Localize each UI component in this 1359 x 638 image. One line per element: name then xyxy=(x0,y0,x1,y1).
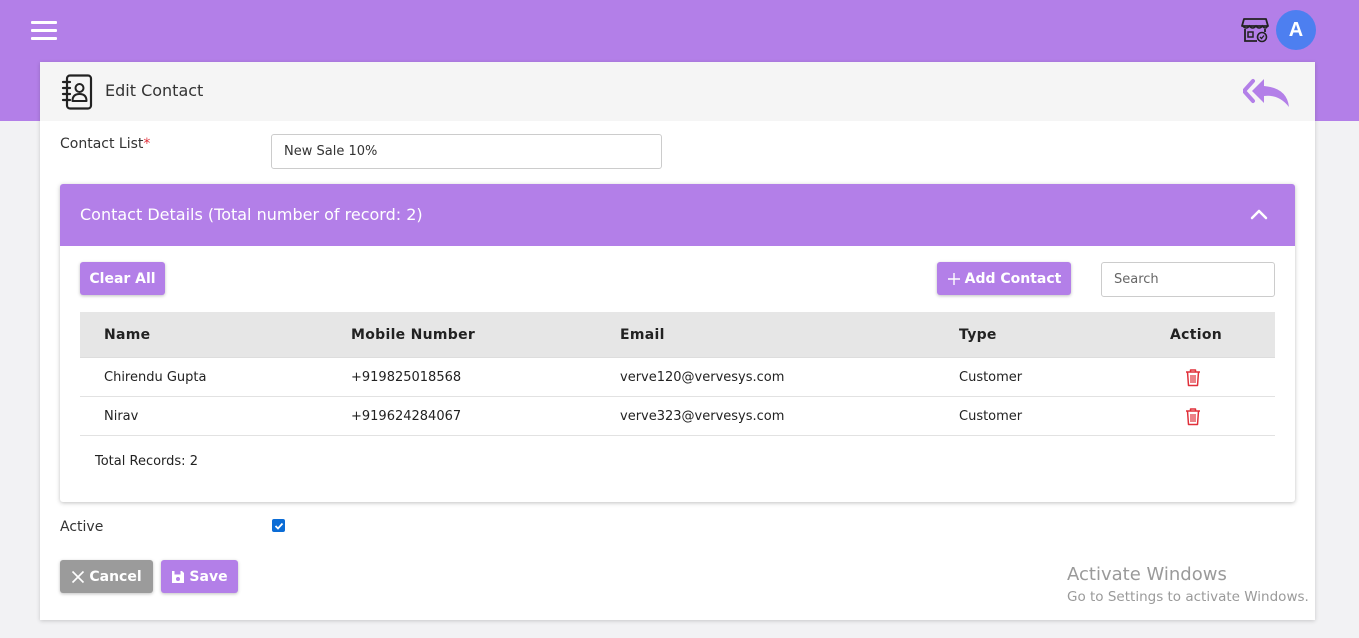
search-input[interactable] xyxy=(1101,262,1275,297)
activate-windows-title: Activate Windows xyxy=(1067,564,1227,585)
activate-windows-subtitle: Go to Settings to activate Windows. xyxy=(1067,589,1309,605)
row-email: verve323@vervesys.com xyxy=(620,409,785,424)
edit-contact-card: Edit Contact Contact List* Contact Detai… xyxy=(40,62,1315,620)
add-contact-button[interactable]: Add Contact xyxy=(937,262,1071,295)
trash-icon[interactable] xyxy=(1184,368,1202,387)
total-records: Total Records: 2 xyxy=(95,454,198,469)
plus-icon xyxy=(947,272,960,285)
clear-all-button[interactable]: Clear All xyxy=(80,262,165,295)
card-header: Edit Contact xyxy=(40,62,1315,121)
contact-details-panel: Contact Details (Total number of record:… xyxy=(60,184,1295,502)
contact-details-header[interactable]: Contact Details (Total number of record:… xyxy=(60,184,1295,246)
row-name: Chirendu Gupta xyxy=(104,370,207,385)
contact-list-input[interactable] xyxy=(271,134,662,169)
chevron-up-icon[interactable] xyxy=(1250,207,1268,221)
column-header-action: Action xyxy=(1170,327,1223,343)
row-type: Customer xyxy=(959,370,1023,385)
column-header-mobile: Mobile Number xyxy=(351,327,476,343)
double-reply-back-icon[interactable] xyxy=(1243,78,1291,108)
row-email: verve120@vervesys.com xyxy=(620,370,785,385)
active-label: Active xyxy=(60,519,104,535)
active-checkbox[interactable] xyxy=(272,519,285,532)
column-header-email: Email xyxy=(620,327,665,343)
save-label: Save xyxy=(189,568,228,585)
contact-details-title: Contact Details (Total number of record:… xyxy=(80,205,423,224)
table-header: Name Mobile Number Email Type Action xyxy=(80,312,1275,358)
column-header-name: Name xyxy=(104,327,151,343)
row-type: Customer xyxy=(959,409,1023,424)
avatar[interactable]: A xyxy=(1276,10,1316,50)
trash-icon[interactable] xyxy=(1184,407,1202,426)
column-header-type: Type xyxy=(959,327,997,343)
contact-list-label: Contact List* xyxy=(60,136,151,152)
store-icon[interactable] xyxy=(1241,17,1269,43)
cancel-label: Cancel xyxy=(89,568,142,585)
floppy-disk-icon xyxy=(172,570,185,583)
contact-book-icon xyxy=(61,74,93,110)
hamburger-icon[interactable] xyxy=(31,21,57,41)
save-button[interactable]: Save xyxy=(161,560,238,593)
row-mobile: +919825018568 xyxy=(351,370,462,385)
table-row: Nirav +919624284067 verve323@vervesys.co… xyxy=(80,397,1275,436)
table-row: Chirendu Gupta +919825018568 verve120@ve… xyxy=(80,358,1275,397)
cancel-button[interactable]: Cancel xyxy=(60,560,153,593)
row-mobile: +919624284067 xyxy=(351,409,462,424)
checkmark-icon xyxy=(274,522,283,530)
add-contact-label: Add Contact xyxy=(964,270,1062,287)
page-title: Edit Contact xyxy=(105,81,204,100)
row-name: Nirav xyxy=(104,409,139,424)
close-icon xyxy=(72,570,85,583)
